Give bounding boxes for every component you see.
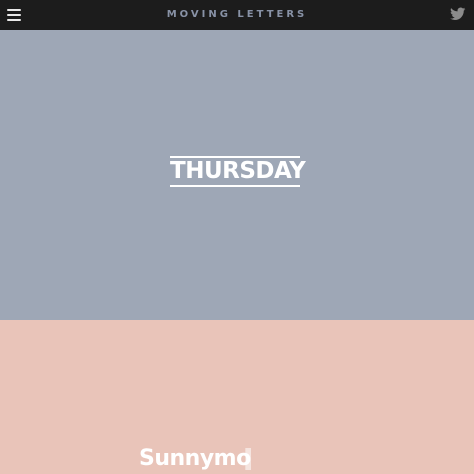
top-bar: MOVING LETTERS	[0, 0, 474, 30]
sunny-word: Sunnymo	[139, 446, 251, 471]
animated-sunny-text: Sunnymo r n	[139, 444, 251, 474]
animated-day-text: THURSDAY	[170, 156, 306, 187]
animated-letter-r: r	[242, 444, 251, 474]
site-title[interactable]: MOVING LETTERS	[0, 0, 474, 30]
twitter-icon[interactable]	[450, 6, 466, 22]
